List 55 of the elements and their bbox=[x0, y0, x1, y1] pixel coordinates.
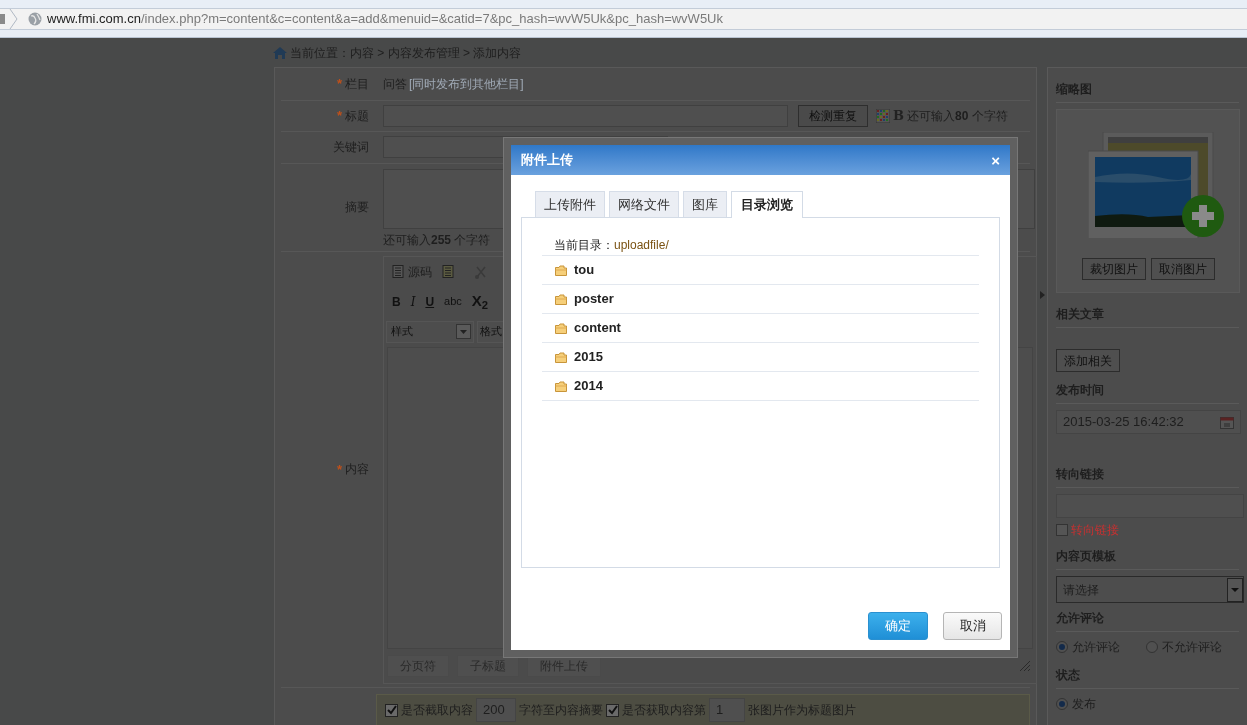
document-icon[interactable] bbox=[442, 265, 454, 279]
dialog-tab[interactable]: 目录浏览 bbox=[731, 191, 803, 218]
redirect-checkbox[interactable] bbox=[1056, 524, 1068, 536]
document-icon[interactable] bbox=[392, 265, 404, 279]
checkbox-label: 转向链接 bbox=[1071, 522, 1119, 539]
directory-label: 当前目录： bbox=[554, 236, 614, 254]
folder-icon bbox=[555, 351, 567, 363]
dialog-tab[interactable]: 图库 bbox=[683, 191, 727, 217]
dialog-title: 附件上传 bbox=[521, 151, 573, 170]
dialog-tab[interactable]: 网络文件 bbox=[609, 191, 679, 217]
required-mark: * bbox=[336, 107, 342, 126]
format-button[interactable]: I bbox=[410, 292, 416, 311]
collapse-arrow-icon[interactable] bbox=[1040, 291, 1045, 299]
thumbnail-button[interactable]: 取消图片 bbox=[1150, 258, 1215, 280]
resize-handle-icon[interactable] bbox=[1020, 660, 1030, 671]
globe-icon bbox=[28, 11, 42, 26]
folder-row[interactable]: poster bbox=[542, 285, 979, 314]
radio-button[interactable] bbox=[1056, 698, 1068, 710]
confirm-button[interactable]: 确定 bbox=[868, 612, 928, 640]
required-mark: * bbox=[336, 75, 342, 94]
radio-button[interactable] bbox=[1056, 641, 1068, 653]
format-button[interactable]: U bbox=[425, 292, 435, 311]
thumbnail-button[interactable]: 裁切图片 bbox=[1081, 258, 1146, 280]
folder-name: 2015 bbox=[574, 348, 603, 367]
folder-name: content bbox=[574, 319, 621, 338]
radio-button[interactable] bbox=[1146, 641, 1158, 653]
format-button[interactable]: abc bbox=[444, 293, 462, 310]
required-mark: * bbox=[336, 460, 342, 479]
cancel-button[interactable]: 取消 bbox=[943, 612, 1002, 640]
folder-name: poster bbox=[574, 290, 614, 309]
add-image-icon[interactable] bbox=[1087, 132, 1225, 238]
folder-icon bbox=[555, 264, 567, 276]
folder-icon bbox=[555, 380, 567, 392]
calendar-icon[interactable] bbox=[1220, 415, 1234, 429]
folder-icon bbox=[555, 322, 567, 334]
other-category-link[interactable]: [同时发布到其他栏目] bbox=[409, 74, 524, 93]
folder-row[interactable]: tou bbox=[542, 256, 979, 285]
format-button[interactable]: X$_{2}$ bbox=[471, 290, 489, 313]
folder-name: 2014 bbox=[574, 377, 603, 396]
check-icon bbox=[607, 705, 618, 715]
format-button[interactable]: B bbox=[392, 292, 401, 311]
folder-icon bbox=[555, 293, 567, 305]
directory-path: uploadfile/ bbox=[614, 236, 669, 254]
image-checkbox[interactable] bbox=[606, 703, 619, 717]
check-icon bbox=[386, 705, 397, 715]
truncate-checkbox[interactable] bbox=[385, 703, 398, 717]
folder-row[interactable]: content bbox=[542, 314, 979, 343]
folder-row[interactable]: 2014 bbox=[542, 372, 979, 401]
home-icon bbox=[273, 45, 287, 60]
dialog-tab[interactable]: 上传附件 bbox=[535, 191, 605, 217]
folder-row[interactable]: 2015 bbox=[542, 343, 979, 372]
color-picker-icon[interactable] bbox=[876, 108, 890, 123]
folder-name: tou bbox=[574, 261, 595, 280]
separator-icon bbox=[9, 8, 18, 29]
close-button[interactable]: × bbox=[991, 152, 1000, 168]
